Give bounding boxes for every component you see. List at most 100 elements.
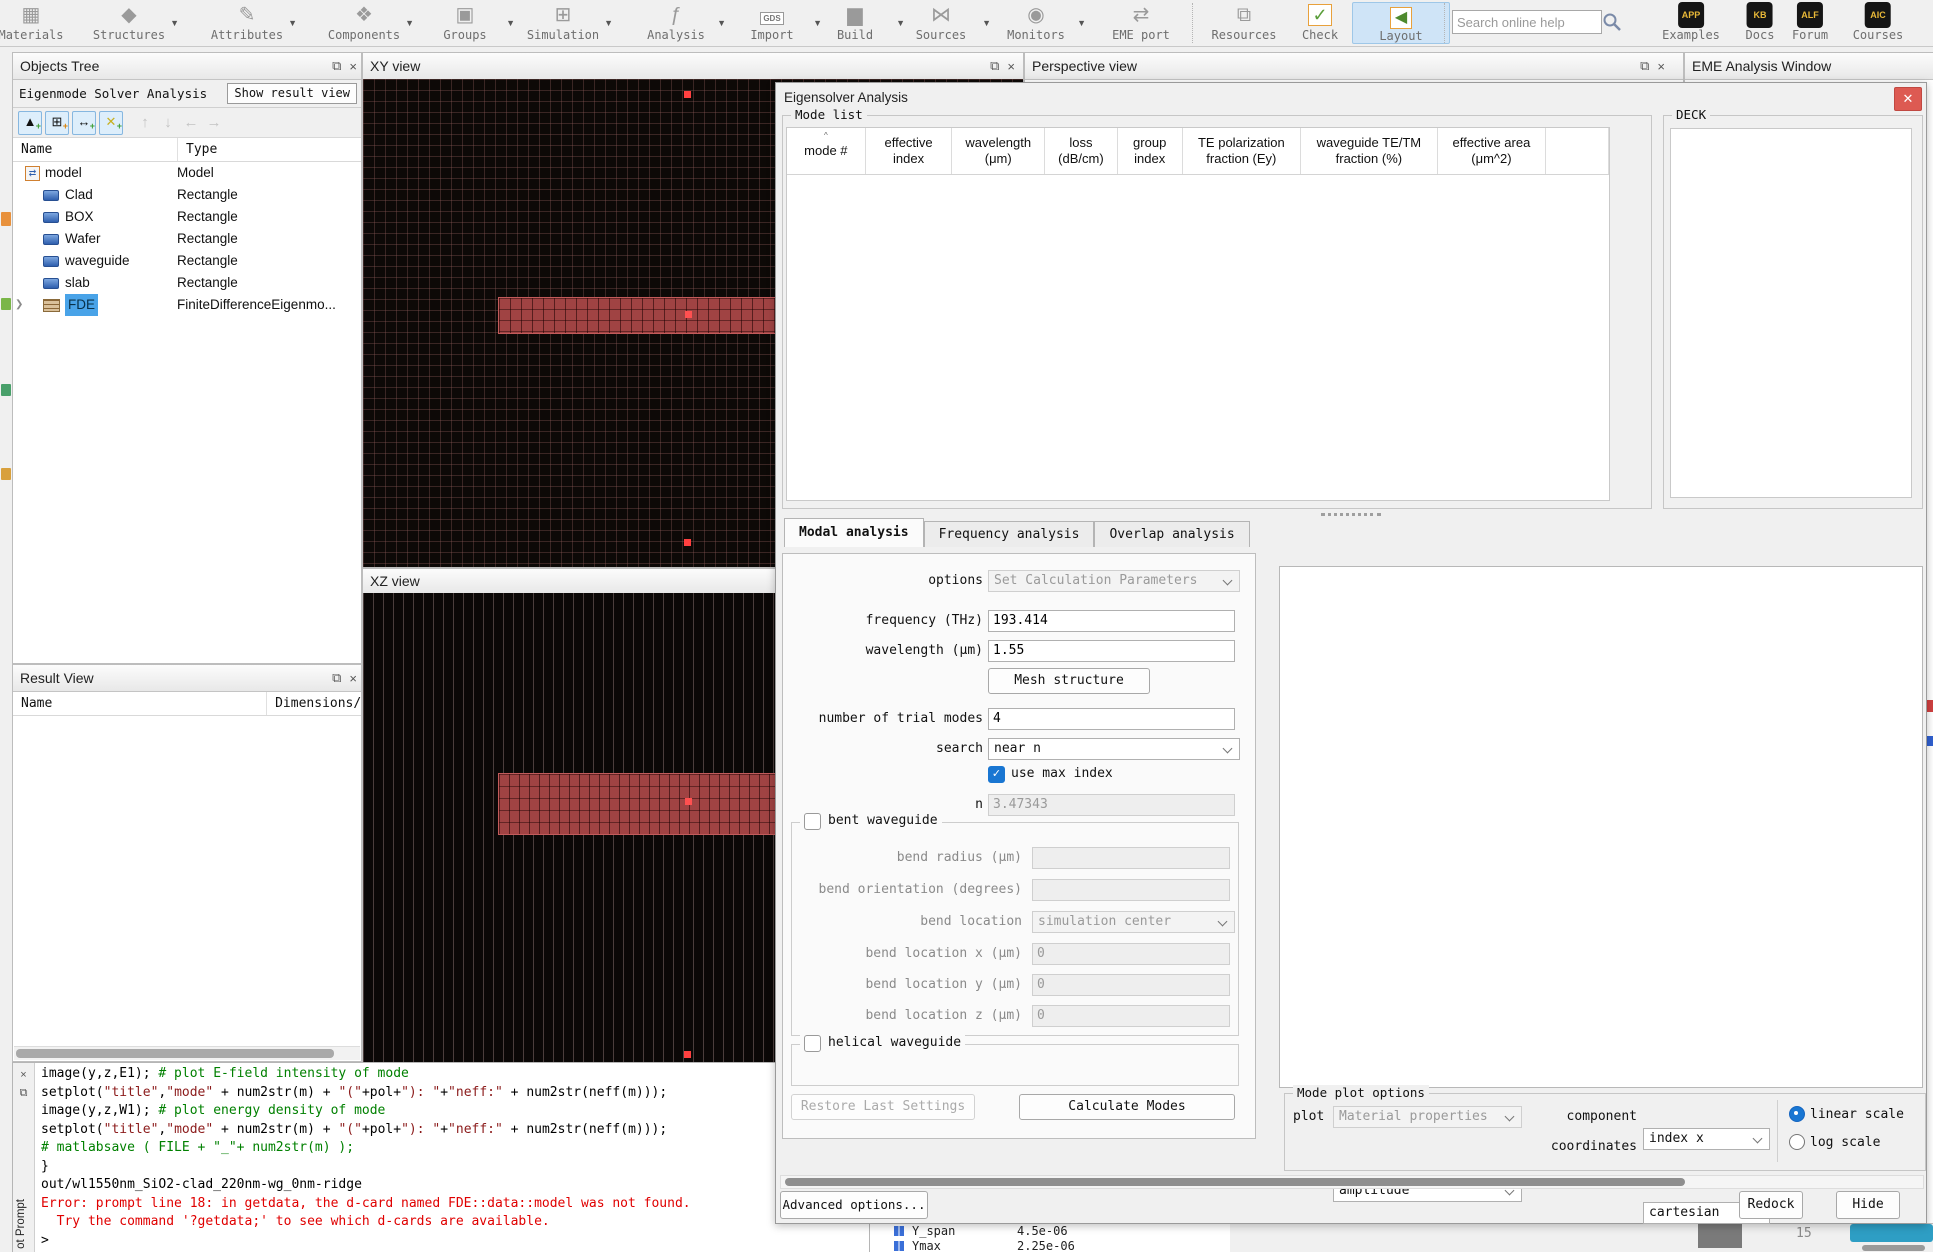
chevron-down-icon[interactable]: ▼ — [170, 18, 179, 28]
tab-overlap-analysis[interactable]: Overlap analysis — [1094, 521, 1250, 547]
options-select[interactable]: Set Calculation Parameters — [988, 570, 1240, 592]
deck-list[interactable] — [1670, 128, 1912, 498]
mode-column-header[interactable] — [1546, 128, 1609, 174]
close-panel-icon[interactable]: × — [349, 59, 357, 74]
toolbar-item-build[interactable]: ▆ Build ▼ — [807, 2, 905, 42]
help-link-examples[interactable]: APP Examples — [1662, 2, 1720, 43]
mode-column-header[interactable]: TE polarization fraction (Ey) — [1183, 128, 1302, 174]
helical-waveguide-checkbox[interactable] — [804, 1035, 821, 1052]
help-link-courses[interactable]: AIC Courses — [1853, 2, 1903, 43]
add-simulation-button[interactable]: ⊞ + — [45, 110, 69, 135]
selection-handle[interactable] — [685, 311, 692, 318]
n-input[interactable] — [988, 794, 1235, 816]
tree-item-name[interactable]: Clad — [65, 184, 93, 206]
toolbar-item-layout[interactable]: ◀ Layout — [1352, 2, 1450, 44]
toolbar-item-components[interactable]: ❖ Components ▼ — [316, 2, 414, 42]
tab-eigenmode-solver-analysis[interactable]: Eigenmode Solver Analysis — [19, 86, 207, 101]
mode-list-table[interactable]: ^ mode # effective index wavelength (μm) loss(… — [786, 127, 1610, 501]
column-header-type[interactable]: Type — [178, 138, 217, 161]
chevron-down-icon[interactable]: ▼ — [288, 18, 297, 28]
add-structure-button[interactable]: ▲ + — [18, 110, 42, 135]
tree-row-BOX[interactable]: BOX Rectangle — [13, 206, 361, 228]
toolbar-item-groups[interactable]: ▣ Groups ▼ — [417, 2, 515, 42]
toolbar-item-sources[interactable]: ⋈ Sources ▼ — [893, 2, 991, 42]
close-panel-icon[interactable]: × — [349, 671, 357, 686]
mode-column-header[interactable]: group index — [1118, 128, 1183, 174]
script-console[interactable]: image(y,z,E1); # plot E-field intensity … — [35, 1063, 869, 1252]
toolbar-item-monitors[interactable]: ◉ Monitors ▼ — [988, 2, 1086, 42]
tree-item-name[interactable]: model — [45, 162, 82, 184]
show-result-view-button[interactable]: Show result view — [227, 83, 357, 104]
float-panel-icon[interactable]: ⧉ — [1640, 58, 1649, 74]
mode-column-header[interactable]: loss (dB/cm) — [1045, 128, 1118, 174]
calculate-modes-button[interactable]: Calculate Modes — [1019, 1094, 1235, 1120]
column-header-name[interactable]: Name — [13, 692, 268, 715]
use-max-index-checkbox[interactable]: ✓ — [988, 766, 1005, 783]
chevron-down-icon[interactable]: ▼ — [506, 18, 515, 28]
tree-item-name[interactable]: Wafer — [65, 228, 101, 250]
float-panel-icon[interactable]: ⧉ — [990, 58, 999, 74]
trial-modes-input[interactable] — [988, 708, 1235, 730]
dock-tab-icon[interactable] — [1, 298, 11, 310]
plot-select[interactable]: Material properties — [1333, 1106, 1522, 1128]
linear-scale-radio[interactable] — [1789, 1106, 1805, 1122]
float-panel-icon[interactable]: ⧉ — [332, 58, 341, 74]
hide-button[interactable]: Hide — [1836, 1191, 1900, 1219]
search-mode-select[interactable]: near n — [988, 738, 1240, 760]
tree-row-waveguide[interactable]: waveguide Rectangle — [13, 250, 361, 272]
component-select[interactable]: index x — [1643, 1128, 1770, 1150]
add-monitor-button[interactable]: ↔ + — [72, 110, 96, 135]
toolbar-item-simulation[interactable]: ⊞ Simulation ▼ — [515, 2, 613, 42]
tree-item-name[interactable]: slab — [65, 272, 90, 294]
log-scale-radio[interactable] — [1789, 1134, 1805, 1150]
column-header-name[interactable]: Name — [13, 138, 178, 161]
toolbar-item-eme-port[interactable]: ⇄ EME port — [1093, 2, 1189, 42]
close-panel-icon[interactable]: × — [1657, 59, 1665, 74]
add-analysis-button[interactable]: ✕ + — [99, 110, 123, 135]
tab-frequency-analysis[interactable]: Frequency analysis — [923, 521, 1095, 547]
toolbar-item-analysis[interactable]: ƒ Analysis ▼ — [628, 2, 726, 42]
toolbar-item-import[interactable]: GDS Import ▼ — [724, 2, 822, 42]
tree-row-Clad[interactable]: Clad Rectangle — [13, 184, 361, 206]
move-right-icon[interactable]: → — [204, 112, 224, 134]
bend-location-z-input[interactable] — [1032, 1005, 1230, 1027]
move-left-icon[interactable]: ← — [181, 112, 201, 134]
result-view-hscrollbar[interactable] — [14, 1046, 360, 1060]
tree-row-Wafer[interactable]: Wafer Rectangle — [13, 228, 361, 250]
search-input[interactable] — [1452, 10, 1602, 34]
help-link-docs[interactable]: KB Docs — [1746, 2, 1774, 43]
selection-handle[interactable] — [684, 91, 691, 98]
expand-arrow-icon[interactable]: ❯ — [15, 294, 25, 316]
bend-location-y-input[interactable] — [1032, 974, 1230, 996]
scrollbar-fragment[interactable] — [1862, 1245, 1925, 1251]
mode-column-header[interactable]: wavelength (μm) — [952, 128, 1046, 174]
toolbar-item-structures[interactable]: ◆ Structures ▼ — [81, 2, 179, 42]
mode-column-header[interactable]: waveguide TE/TM fraction (%) — [1301, 128, 1438, 174]
selection-handle[interactable] — [684, 1051, 691, 1058]
chevron-down-icon[interactable]: ▼ — [1077, 18, 1086, 28]
tree-item-name[interactable]: waveguide — [65, 250, 130, 272]
mode-column-header[interactable]: ^ mode # — [787, 128, 866, 174]
wavelength-input[interactable] — [988, 640, 1235, 662]
tree-row-slab[interactable]: slab Rectangle — [13, 272, 361, 294]
close-panel-icon[interactable]: × — [1007, 59, 1015, 74]
bent-waveguide-checkbox[interactable] — [804, 813, 821, 830]
frequency-input[interactable] — [988, 610, 1235, 632]
dock-tab-icon[interactable] — [1, 212, 11, 226]
splitter-handle[interactable] — [1321, 513, 1381, 516]
move-up-icon[interactable]: ↑ — [135, 112, 155, 134]
mode-column-header[interactable]: effective area (μm^2) — [1438, 128, 1547, 174]
restore-last-settings-button[interactable]: Restore Last Settings — [791, 1094, 975, 1120]
mode-column-header[interactable]: effective index — [866, 128, 953, 174]
float-panel-icon[interactable]: ⧉ — [332, 670, 341, 686]
toolbar-item-attributes[interactable]: ✎ Attributes ▼ — [199, 2, 297, 42]
bend-location-select[interactable]: simulation center — [1032, 911, 1235, 933]
redock-button[interactable]: Redock — [1739, 1191, 1803, 1219]
tree-item-name[interactable]: FDE — [65, 294, 98, 316]
chevron-down-icon[interactable]: ▼ — [604, 18, 613, 28]
column-header-dimensions[interactable]: Dimensions/V — [267, 692, 361, 715]
selection-handle[interactable] — [684, 539, 691, 546]
toolbar-item-materials[interactable]: ▦ Materials — [0, 2, 79, 42]
advanced-options-button[interactable]: Advanced options... — [780, 1191, 928, 1219]
selection-handle[interactable] — [685, 798, 692, 805]
